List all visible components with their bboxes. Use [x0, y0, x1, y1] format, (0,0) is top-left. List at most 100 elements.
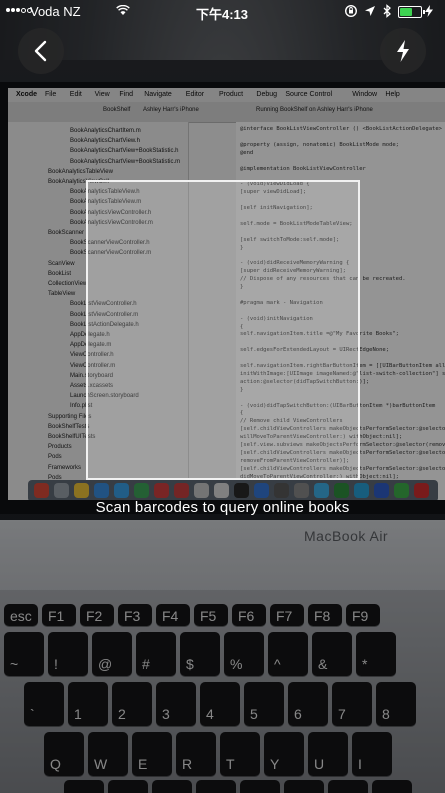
- dock-app-icon: [354, 483, 369, 498]
- key-label: U: [314, 756, 325, 772]
- code-line: @interface BookListViewController () <Bo…: [240, 126, 442, 132]
- toolbar-tab: BookShelf: [103, 107, 131, 113]
- flash-icon: [397, 40, 409, 62]
- key-label: 1: [74, 706, 82, 722]
- menu-item: Editor: [185, 91, 205, 98]
- signal-bar: [6, 8, 10, 12]
- key-label: %: [230, 656, 243, 672]
- key-label: 7: [338, 706, 346, 722]
- wifi-icon: [116, 4, 130, 19]
- key-label: E: [138, 756, 148, 772]
- signal-strength-icon: [6, 8, 33, 23]
- menu-item: File: [45, 91, 57, 98]
- dock-app-icon: [314, 483, 329, 498]
- keyboard-key: E: [132, 732, 172, 776]
- keyboard-key: 7: [332, 682, 372, 726]
- dock-app-icon: [334, 483, 349, 498]
- key-label: 8: [382, 706, 390, 722]
- keyboard-key: I: [352, 732, 392, 776]
- keyboard-key: *: [356, 632, 396, 676]
- carrier-label: Voda NZ: [30, 4, 81, 19]
- key-label: T: [226, 756, 235, 772]
- key-label: $: [186, 656, 194, 672]
- key-label: R: [182, 756, 193, 772]
- key-label: F3: [124, 608, 141, 624]
- keyboard-key: F5: [194, 604, 228, 626]
- key-label: I: [358, 756, 362, 772]
- keyboard-key: !: [48, 632, 88, 676]
- key-label: F6: [238, 608, 255, 624]
- battery-icon: [398, 6, 425, 18]
- key-label: F8: [314, 608, 331, 624]
- battery-level: [400, 8, 412, 16]
- key-label: 4: [206, 706, 214, 722]
- keyboard-key: F9: [346, 604, 380, 626]
- keyboard-key: G: [240, 780, 280, 793]
- keyboard: esc F1 F2 F3 F4 F5 F6 F7 F8 F9 ~! @ # $% ^ & * ` 1 2 3 4 5 6 7 8 Q…: [0, 600, 445, 793]
- key-label: 2: [118, 706, 126, 722]
- dock-app-icon: [114, 483, 129, 498]
- keyboard-key: 3: [156, 682, 196, 726]
- scan-hint: Scan barcodes to query online books: [95, 499, 350, 516]
- key-label: F1: [48, 608, 65, 624]
- keyboard-key: 6: [288, 682, 328, 726]
- dock-app-icon: [294, 483, 309, 498]
- keyboard-key: $: [180, 632, 220, 676]
- toolbar-device: Ashley Harr's iPhone: [143, 107, 199, 113]
- dock-app-icon: [94, 483, 109, 498]
- key-label: F5: [200, 608, 217, 624]
- keyboard-key: T: [220, 732, 260, 776]
- dock: [28, 480, 438, 500]
- keyboard-key: H: [284, 780, 324, 793]
- keyboard-key: F2: [80, 604, 114, 626]
- key-label: F7: [276, 608, 293, 624]
- key-label: ~: [10, 656, 19, 672]
- signal-bar: [21, 8, 26, 13]
- key-label: 5: [250, 706, 258, 722]
- dock-app-icon: [254, 483, 269, 498]
- keyboard-key: F6: [232, 604, 266, 626]
- keyboard-key: F: [196, 780, 236, 793]
- keyboard-key: F3: [118, 604, 152, 626]
- dock-app-icon: [374, 483, 389, 498]
- keyboard-key: 2: [112, 682, 152, 726]
- dock-app-icon: [234, 483, 249, 498]
- signal-bar: [16, 8, 20, 12]
- dock-app-icon: [274, 483, 289, 498]
- keyboard-key: F8: [308, 604, 342, 626]
- key-label: esc: [10, 608, 32, 624]
- keyboard-key: F4: [156, 604, 190, 626]
- menu-item: View: [94, 91, 110, 98]
- menu-item: Help: [385, 91, 400, 98]
- key-label: !: [54, 656, 58, 672]
- keyboard-key: 1: [68, 682, 108, 726]
- keyboard-key: ~: [4, 632, 44, 676]
- xcode-menubar: Xcode File Edit View Find Navigate Editor Produ…: [8, 88, 445, 102]
- keyboard-key: #: [136, 632, 176, 676]
- keyboard-key: K: [372, 780, 412, 793]
- scan-frame: [86, 180, 360, 480]
- key-label: F9: [352, 608, 369, 624]
- code-line: @property (assign, nonatomic) BookListMo…: [240, 141, 399, 148]
- menu-item: Find: [119, 91, 134, 98]
- keyboard-key: Q: [44, 732, 84, 776]
- location-icon: [365, 6, 375, 16]
- dock-app-icon: [174, 483, 189, 498]
- flash-toggle-button[interactable]: [380, 28, 426, 74]
- keyboard-key: 4: [200, 682, 240, 726]
- menu-item: Xcode: [16, 91, 38, 98]
- menu-item: Product: [219, 91, 244, 98]
- key-label: W: [94, 756, 108, 772]
- key-label: @: [98, 656, 113, 672]
- dock-app-icon: [394, 483, 409, 498]
- back-button[interactable]: [18, 28, 64, 74]
- charging-icon: [425, 5, 433, 17]
- keyboard-key: D: [152, 780, 192, 793]
- key-label: *: [362, 656, 368, 672]
- keyboard-key: U: [308, 732, 348, 776]
- bluetooth-icon: [383, 4, 391, 18]
- keyboard-key: 5: [244, 682, 284, 726]
- dock-app-icon: [54, 483, 69, 498]
- code-line: @end: [240, 149, 254, 156]
- keyboard-key: `: [24, 682, 64, 726]
